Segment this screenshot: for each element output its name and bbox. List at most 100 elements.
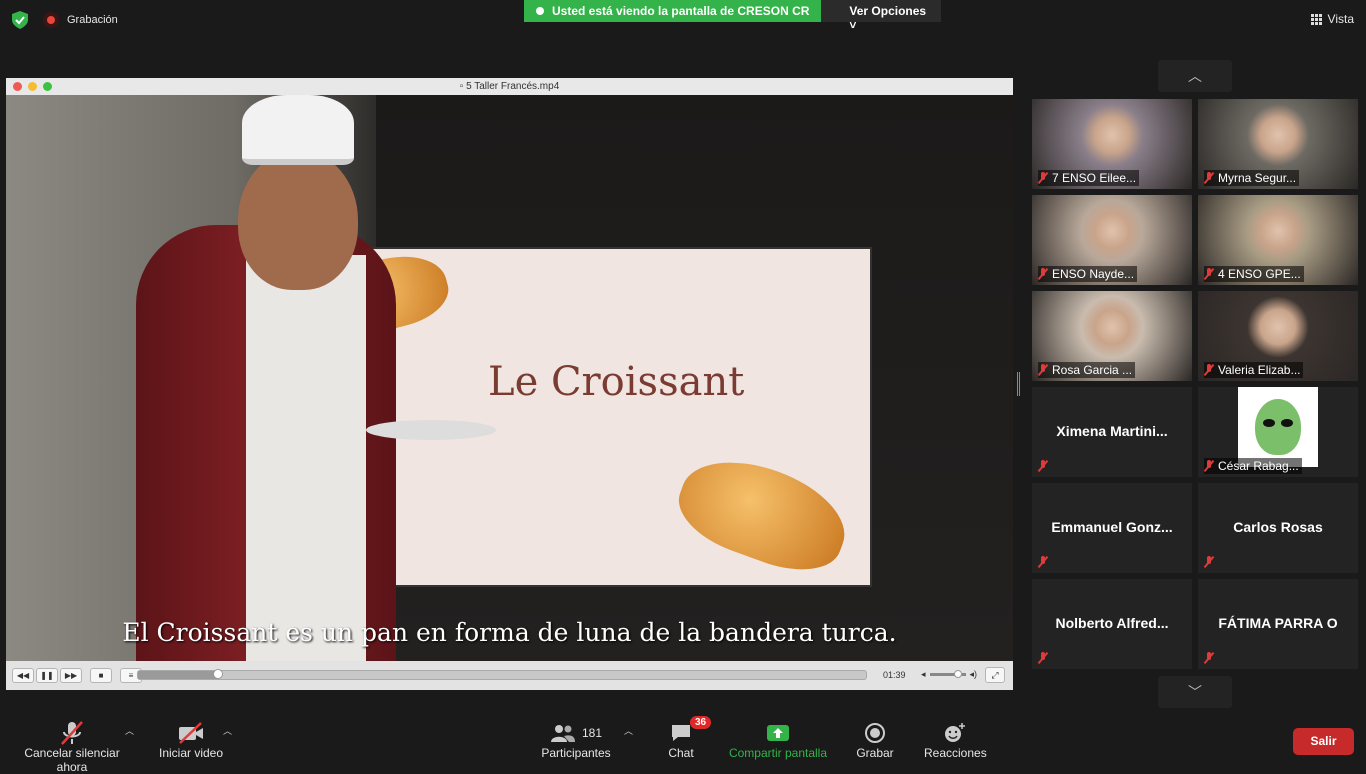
participant-tile[interactable]: 7 ENSO Eilee...: [1032, 99, 1192, 189]
video-camera-off-icon: [179, 722, 203, 744]
stop-button[interactable]: ■: [90, 668, 112, 683]
microphone-muted-icon: [1038, 652, 1048, 664]
participants-count: 181: [581, 726, 603, 740]
participant-tile[interactable]: Valeria Elizab...: [1198, 291, 1358, 381]
share-dot-icon: [536, 7, 544, 15]
speaker-loud-icon: ◂): [969, 669, 978, 679]
microphone-muted-icon: [1204, 268, 1214, 280]
gallery-scroll-down-button[interactable]: ﹀: [1158, 676, 1232, 708]
microphone-muted-icon: [1204, 172, 1214, 184]
participant-tile[interactable]: Carlos Rosas: [1198, 483, 1358, 573]
participant-tile[interactable]: Rosa Garcia ...: [1032, 291, 1192, 381]
record-button[interactable]: Grabar: [856, 720, 894, 760]
microphone-muted-icon: [1038, 556, 1048, 568]
participants-button[interactable]: 181 Participantes: [540, 720, 612, 760]
microphone-muted-icon: [1204, 364, 1214, 376]
share-screen-button[interactable]: Compartir pantalla: [728, 720, 828, 760]
participants-icon: [550, 725, 575, 742]
record-icon: [43, 12, 59, 28]
microphone-muted-icon: [1204, 652, 1214, 664]
speaker-icon: ◂: [921, 669, 926, 679]
playback-time: 01:39: [883, 670, 906, 680]
pause-button[interactable]: ❚❚: [36, 668, 58, 683]
rewind-button[interactable]: ◀◀: [12, 668, 34, 683]
video-options-caret[interactable]: ︿: [223, 724, 232, 737]
maximize-window-button[interactable]: [43, 82, 52, 91]
plate: [366, 420, 496, 440]
video-subtitle: El Croissant es un pan en forma de luna …: [122, 618, 897, 647]
unmute-button[interactable]: Cancelar silenciar ahora: [10, 720, 134, 774]
audio-options-caret[interactable]: ︿: [125, 724, 134, 737]
volume-control[interactable]: ◂ ◂): [921, 669, 977, 680]
microphone-muted-icon: [1204, 460, 1214, 472]
participant-tile[interactable]: Nolberto Alfred...: [1032, 579, 1192, 669]
record-icon: [865, 723, 885, 743]
meeting-toolbar: Cancelar silenciar ahora ︿ Iniciar video…: [0, 710, 1366, 774]
fullscreen-button[interactable]: ⤢: [985, 667, 1005, 683]
share-screen-icon: [767, 725, 789, 741]
microphone-muted-icon: [1204, 556, 1214, 568]
participant-tile[interactable]: Emmanuel Gonz...: [1032, 483, 1192, 573]
volume-slider[interactable]: [929, 670, 966, 678]
viewing-banner-text: Usted está viendo la pantalla de CRESON …: [552, 4, 810, 18]
leave-meeting-button[interactable]: Salir: [1293, 728, 1354, 755]
participant-tile[interactable]: Myrna Segur...: [1198, 99, 1358, 189]
participant-name-label: 4 ENSO GPE...: [1204, 266, 1304, 282]
chat-icon: [672, 725, 690, 741]
microphone-muted-icon: [61, 721, 83, 745]
participant-name-label: César Rabag...: [1204, 458, 1302, 474]
player-title-bar: ▫ 5 Taller Francés.mp4: [6, 78, 1013, 95]
seek-bar[interactable]: [137, 669, 867, 680]
reactions-button[interactable]: Reacciones: [924, 720, 987, 760]
chef-hat: [242, 95, 354, 165]
microphone-muted-icon: [1038, 460, 1048, 472]
fast-forward-button[interactable]: ▶▶: [60, 668, 82, 683]
participant-name: Emmanuel Gonz...: [1051, 519, 1173, 535]
close-window-button[interactable]: [13, 82, 22, 91]
microphone-muted-icon: [1038, 172, 1048, 184]
chevron-down-icon: ﹀: [1188, 684, 1202, 700]
participant-name-label: Rosa Garcia ...: [1038, 362, 1136, 378]
player-filename: 5 Taller Francés.mp4: [466, 81, 560, 92]
participant-tile[interactable]: FÁTIMA PARRA O: [1198, 579, 1358, 669]
view-options-button[interactable]: Ver Opciones ˅: [821, 0, 942, 32]
participant-name: Ximena Martini...: [1056, 423, 1168, 439]
chat-unread-badge: 36: [690, 716, 712, 729]
grid-icon: [1310, 13, 1322, 25]
participant-tile[interactable]: ENSO Nayde...: [1032, 195, 1192, 285]
participant-name: Nolberto Alfred...: [1055, 615, 1169, 631]
split-divider-handle[interactable]: [1017, 372, 1020, 396]
shared-screen-player: ▫ 5 Taller Francés.mp4 Le Croissant El C…: [6, 78, 1013, 690]
recording-label: Grabación: [67, 14, 118, 26]
seek-bar-handle[interactable]: [213, 669, 224, 679]
participant-name: FÁTIMA PARRA O: [1218, 615, 1338, 631]
participant-name-label: Valeria Elizab...: [1204, 362, 1304, 378]
start-video-button[interactable]: Iniciar video: [158, 720, 224, 760]
participant-name-label: 7 ENSO Eilee...: [1038, 170, 1140, 186]
participant-name-label: Myrna Segur...: [1204, 170, 1300, 186]
recording-indicator[interactable]: Grabación: [43, 12, 118, 28]
view-button[interactable]: Vista: [1310, 12, 1354, 26]
participant-name: Carlos Rosas: [1233, 519, 1323, 535]
screen-title: Le Croissant: [488, 359, 745, 405]
participant-tile[interactable]: 4 ENSO GPE...: [1198, 195, 1358, 285]
video-frame[interactable]: Le Croissant El Croissant es un pan en f…: [6, 95, 1013, 661]
chevron-down-icon: ˅: [849, 18, 857, 32]
top-bar: Grabación Usted está viendo la pantalla …: [0, 0, 1366, 40]
seek-bar-fill: [138, 671, 219, 679]
chat-button[interactable]: 36 Chat: [664, 716, 712, 760]
chevron-up-icon: ︿: [1188, 68, 1202, 84]
microphone-muted-icon: [1038, 364, 1048, 376]
minimize-window-button[interactable]: [28, 82, 37, 91]
participant-tile[interactable]: Ximena Martini...: [1032, 387, 1192, 477]
participants-options-caret[interactable]: ︿: [624, 724, 633, 737]
player-controls: ◀◀ ❚❚ ▶▶ ■ ≡ 01:39 ◂ ◂) ⤢: [6, 661, 1013, 690]
croissant-illustration: [667, 442, 859, 586]
alien-avatar: [1238, 387, 1318, 467]
smiley-add-icon: [945, 723, 965, 742]
gallery-scroll-up-button[interactable]: ︿: [1158, 60, 1232, 92]
viewing-banner: Usted está viendo la pantalla de CRESON …: [524, 0, 942, 32]
security-shield-icon[interactable]: [12, 11, 28, 29]
participant-tile[interactable]: César Rabag...: [1198, 387, 1358, 477]
participant-name-label: ENSO Nayde...: [1038, 266, 1138, 282]
